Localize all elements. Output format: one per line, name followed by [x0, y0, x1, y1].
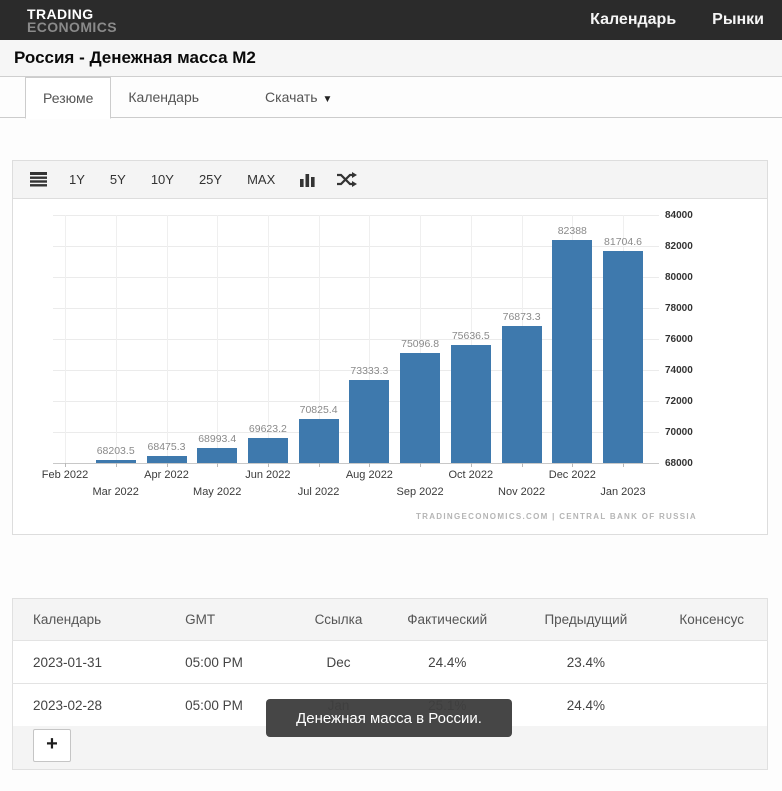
tab-0[interactable]: Резюме [25, 77, 111, 119]
x-gridline [167, 215, 168, 463]
tab-2[interactable]: Скачать▼ [248, 77, 349, 118]
chart-toolbar: 1Y 5Y 10Y 25Y MAX [13, 161, 767, 199]
y-gridline [53, 215, 659, 216]
x-axis-tick [420, 463, 421, 467]
x-gridline [217, 215, 218, 463]
x-axis-tick [116, 463, 117, 467]
table-cell: 23.4% [515, 641, 656, 684]
y-axis-label: 68000 [665, 458, 711, 469]
bar [502, 326, 542, 464]
x-axis-label: Jul 2022 [277, 486, 361, 498]
tab-bar: РезюмеКалендарь Скачать▼ [0, 77, 782, 118]
range-button-25y[interactable]: 25Y [199, 172, 222, 187]
nav-item-calendar[interactable]: Календарь [590, 11, 676, 29]
nav-item-markets[interactable]: Рынки [712, 11, 764, 29]
range-button-1y[interactable]: 1Y [69, 172, 85, 187]
x-axis-tick [217, 463, 218, 467]
column-header: GMT [165, 599, 298, 641]
y-axis-label: 70000 [665, 427, 711, 438]
y-axis-label: 72000 [665, 396, 711, 407]
tooltip-text: Денежная масса в России. [296, 710, 482, 727]
bar [603, 251, 643, 463]
column-header: Консенсус [656, 599, 767, 641]
range-button-max[interactable]: MAX [247, 172, 275, 187]
chart-panel: 1Y 5Y 10Y 25Y MAX TRADINGECONOMICS.COM | CEN… [12, 160, 768, 535]
x-gridline [116, 215, 117, 463]
x-axis-tick [319, 463, 320, 467]
x-axis-tick [572, 463, 573, 467]
x-axis-tick [268, 463, 269, 467]
logo-line-2: ECONOMICS [27, 21, 117, 34]
x-axis-tick [623, 463, 624, 467]
table-cell: 24.4% [379, 641, 515, 684]
x-axis-label: May 2022 [175, 486, 259, 498]
x-axis-label: Sep 2022 [378, 486, 462, 498]
page: TRADING ECONOMICS Календарь Рынки Россия … [0, 0, 782, 791]
x-axis-label: Aug 2022 [327, 469, 411, 481]
range-button-10y[interactable]: 10Y [151, 172, 174, 187]
x-axis-tick [369, 463, 370, 467]
bar [552, 240, 592, 463]
y-axis-label: 78000 [665, 303, 711, 314]
bar-value-label: 76873.3 [480, 311, 564, 323]
range-buttons: 1Y 5Y 10Y 25Y MAX [69, 172, 300, 187]
column-header: Фактический [379, 599, 515, 641]
chart-attribution: TRADINGECONOMICS.COM | CENTRAL BANK OF R… [416, 512, 697, 521]
tab-1[interactable]: Календарь [111, 77, 216, 118]
y-axis-label: 74000 [665, 365, 711, 376]
column-chart-icon[interactable] [300, 172, 315, 187]
page-title: Россия - Денежная масса М2 [14, 48, 256, 68]
main-nav: Календарь Рынки [590, 11, 770, 29]
bar-value-label: 69623.2 [226, 423, 310, 435]
y-axis-label: 84000 [665, 210, 711, 221]
table-cell: 24.4% [515, 684, 656, 727]
dropdown-caret-icon: ▼ [323, 94, 333, 105]
column-header: Предыдущий [515, 599, 656, 641]
bar-value-label: 73333.3 [327, 365, 411, 377]
bar-value-label: 81704.6 [581, 236, 665, 248]
bar-value-label: 70825.4 [277, 404, 361, 416]
y-axis-label: 76000 [665, 334, 711, 345]
bar [96, 460, 136, 463]
chart-plot-area: TRADINGECONOMICS.COM | CENTRAL BANK OF R… [13, 199, 767, 533]
table-cell: Dec [298, 641, 379, 684]
calendar-icon[interactable] [30, 172, 47, 188]
y-axis-label: 82000 [665, 241, 711, 252]
x-gridline [65, 215, 66, 463]
x-axis-label: Dec 2022 [530, 469, 614, 481]
tooltip: Денежная масса в России. [266, 699, 512, 737]
x-axis-tick [167, 463, 168, 467]
y-gridline [53, 463, 659, 464]
compare-shuffle-icon[interactable] [337, 172, 357, 187]
bar [451, 345, 491, 463]
x-axis-label: Jan 2023 [581, 486, 665, 498]
table-cell [656, 641, 767, 684]
site-header: TRADING ECONOMICS Календарь Рынки [0, 0, 782, 40]
table-cell: 05:00 PM [165, 641, 298, 684]
x-axis-label: Oct 2022 [429, 469, 513, 481]
bar-value-label: 75636.5 [429, 330, 513, 342]
table-row: 2023-01-3105:00 PMDec24.4%23.4% [13, 641, 768, 684]
table-cell: 2023-01-31 [13, 641, 166, 684]
bar [349, 380, 389, 463]
table-cell [656, 684, 767, 727]
x-axis-label: Jun 2022 [226, 469, 310, 481]
column-header: Календарь [13, 599, 166, 641]
calendar-table-head: КалендарьGMTСсылкаФактическийПредыдущийК… [13, 599, 768, 641]
table-cell: 2023-02-28 [13, 684, 166, 727]
x-axis-label: Nov 2022 [480, 486, 564, 498]
add-indicator-button[interactable]: + [33, 729, 71, 762]
trading-economics-logo[interactable]: TRADING ECONOMICS [27, 6, 117, 34]
x-axis-tick [471, 463, 472, 467]
x-axis-label: Apr 2022 [125, 469, 209, 481]
x-axis-tick [522, 463, 523, 467]
x-axis-label: Feb 2022 [23, 469, 107, 481]
title-bar: Россия - Денежная масса М2 [0, 40, 782, 77]
x-axis-label: Mar 2022 [74, 486, 158, 498]
column-header: Ссылка [298, 599, 379, 641]
x-axis-tick [65, 463, 66, 467]
range-button-5y[interactable]: 5Y [110, 172, 126, 187]
y-axis-label: 80000 [665, 272, 711, 283]
